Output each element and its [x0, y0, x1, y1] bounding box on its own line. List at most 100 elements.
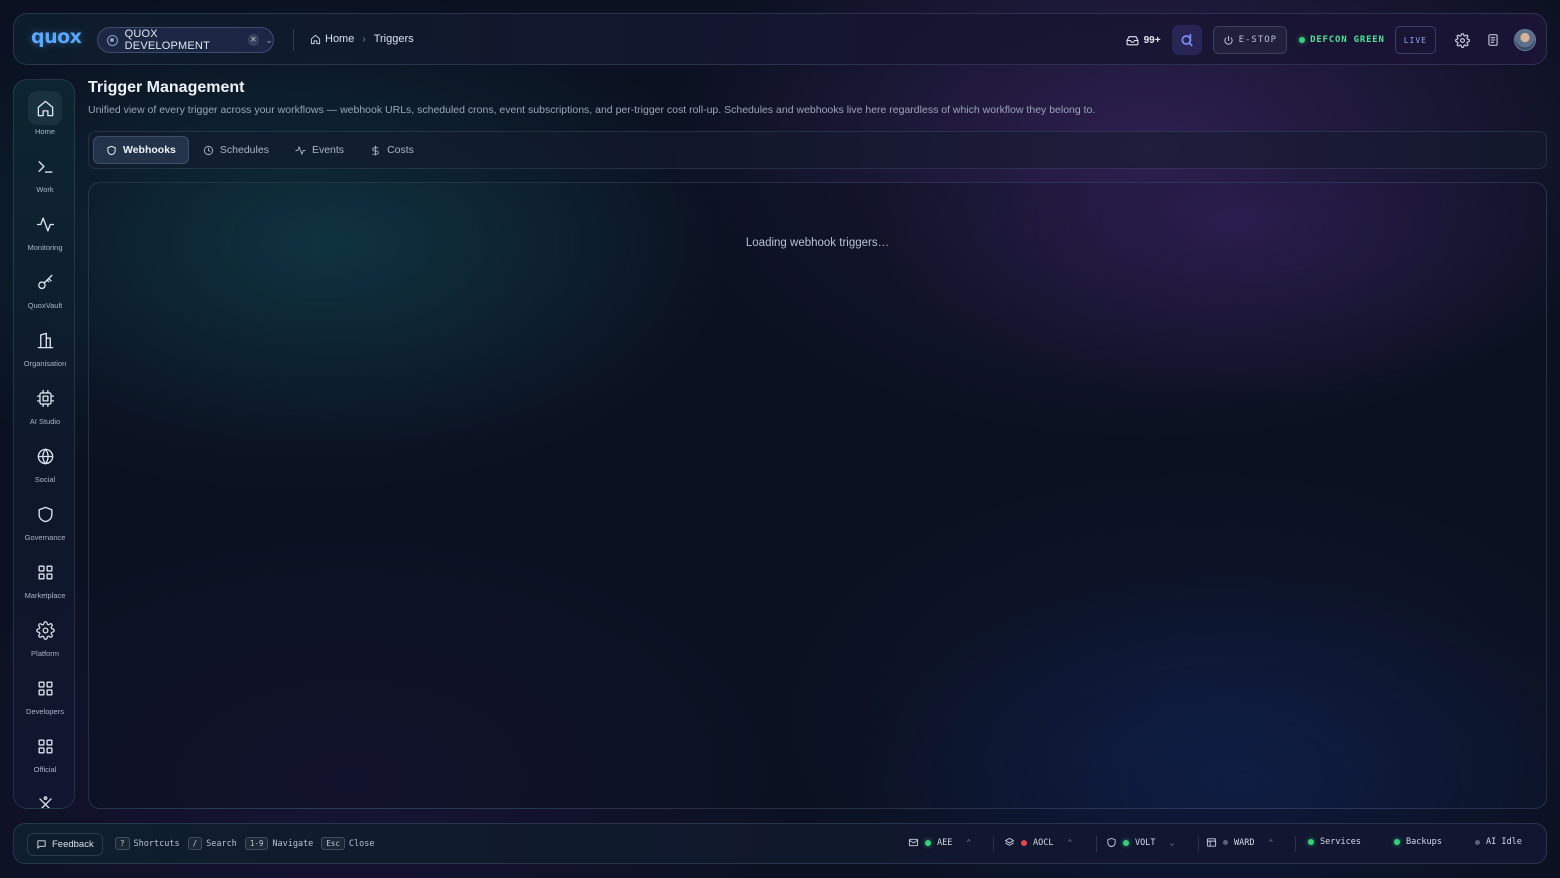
shortcut-label: Shortcuts [133, 838, 180, 849]
defcon-status-dot [1299, 37, 1306, 43]
sidebar-item-label: AI Studio [29, 417, 61, 426]
chevron-up-icon: ⌃ [1268, 838, 1274, 847]
power-icon [1223, 35, 1233, 45]
mail-icon [908, 838, 919, 847]
org-status-icon [107, 34, 118, 46]
sidebar-item-marketplace[interactable]: Marketplace [14, 550, 74, 608]
clock-icon [203, 145, 213, 155]
trigger-tabs: Webhooks Schedules Events Costs [88, 131, 1547, 169]
sidebar-item-label: Marketplace [24, 591, 66, 600]
sidebar-item-home[interactable]: Home [14, 86, 74, 144]
key-icon [28, 265, 62, 299]
keyboard-shortcuts: ? Shortcuts / Search 1-9 Navigate Esc Cl… [111, 837, 374, 850]
sidebar-item-official[interactable]: Official [14, 724, 74, 782]
inbox-icon [1126, 35, 1139, 45]
page-title: Trigger Management [88, 79, 245, 96]
status-volt[interactable]: VOLT ⌄ [1106, 837, 1174, 848]
shield-icon [107, 145, 116, 155]
document-icon [1488, 34, 1498, 46]
shield-icon [28, 497, 62, 531]
sidebar-item-label: Work [36, 185, 54, 194]
building-icon [28, 323, 62, 357]
status-backups[interactable]: Backups [1394, 837, 1442, 847]
dollar-icon [372, 144, 379, 156]
tools-icon [28, 787, 62, 808]
activity-icon [28, 207, 62, 241]
sidebar-item-label: Governance [24, 533, 66, 542]
divider [1096, 836, 1097, 852]
sidebar-item-platform[interactable]: Platform [14, 608, 74, 666]
activity-icon [295, 145, 306, 155]
status-dot [1123, 839, 1129, 846]
sidebar-item-monitoring[interactable]: Monitoring [14, 202, 74, 260]
avatar[interactable] [1514, 29, 1536, 51]
status-services[interactable]: Services [1308, 837, 1361, 847]
breadcrumb-home[interactable]: Home [310, 33, 354, 45]
clear-org-icon[interactable]: ✕ [247, 34, 260, 46]
cpu-icon [28, 381, 62, 415]
gear-icon [28, 613, 62, 647]
estop-button[interactable]: E-STOP [1212, 26, 1288, 54]
grid-icon [28, 555, 62, 589]
status-dot [1021, 839, 1027, 846]
status-aocl[interactable]: AOCL ⌃ [1004, 837, 1072, 848]
defcon-status[interactable]: DEFCON GREEN [1299, 35, 1385, 45]
message-icon [37, 840, 46, 849]
sidebar-item-label: Platform [31, 649, 59, 658]
top-bar: quox QUOX DEVELOPMENT ✕ ⌄ Home › Trigger… [13, 13, 1547, 65]
status-dot [1475, 839, 1480, 845]
layers-icon [1004, 837, 1015, 846]
tab-events[interactable]: Events [283, 136, 356, 164]
tab-webhooks[interactable]: Webhooks [93, 136, 189, 164]
shortcut-label: Close [348, 838, 375, 849]
grid-icon [28, 671, 62, 705]
inbox-button[interactable]: 99+ [1126, 34, 1161, 47]
quox-assistant-button[interactable] [1171, 25, 1202, 55]
feedback-button[interactable]: Feedback [27, 833, 103, 856]
shortcut-key: Esc [321, 837, 345, 850]
page-description: Unified view of every trigger across you… [88, 104, 1096, 116]
live-mode-badge[interactable]: LIVE [1394, 26, 1436, 54]
sidebar-item-organisation[interactable]: Organisation [14, 318, 74, 376]
status-aee[interactable]: AEE ⌃ [908, 837, 971, 848]
sidebar-item-label: Developers [26, 707, 64, 716]
sidebar-item-governance[interactable]: Governance [14, 492, 74, 550]
sidebar-item-label: Organisation [23, 359, 67, 368]
chevron-up-icon: ⌃ [1067, 838, 1073, 847]
status-bar: Feedback ? Shortcuts / Search 1-9 Naviga… [13, 823, 1547, 864]
sidebar-item-label: Monitoring [27, 243, 63, 252]
docs-button[interactable] [1483, 30, 1503, 50]
settings-button[interactable] [1452, 30, 1472, 50]
sidebar-item-label: Social [34, 475, 56, 484]
org-switcher[interactable]: QUOX DEVELOPMENT ✕ ⌄ [97, 27, 274, 53]
sidebar-item-more[interactable] [14, 782, 74, 808]
app-logo[interactable]: quox [31, 26, 82, 48]
home-icon [28, 91, 62, 125]
sidebar-item-label: Official [33, 765, 57, 774]
divider [1198, 836, 1199, 852]
status-dot [925, 839, 931, 846]
webhooks-panel: Loading webhook triggers… [88, 182, 1547, 809]
status-ward[interactable]: WARD ⌃ [1206, 837, 1273, 848]
sidebar-item-label: QuoxVault [27, 301, 63, 310]
sidebar-item-ai-studio[interactable]: AI Studio [14, 376, 74, 434]
sidebar-item-quoxvault[interactable]: QuoxVault [14, 260, 74, 318]
sidebar-item-social[interactable]: Social [14, 434, 74, 492]
sidebar-item-label: Home [34, 127, 55, 136]
chevron-down-icon[interactable]: ⌄ [265, 35, 273, 46]
shortcut-key: 1-9 [244, 837, 269, 850]
shortcut-label: Navigate [272, 838, 314, 849]
tab-schedules[interactable]: Schedules [191, 136, 281, 164]
terminal-icon [28, 149, 62, 183]
inbox-count: 99+ [1143, 34, 1161, 46]
divider [993, 836, 994, 852]
home-icon [310, 34, 321, 44]
tab-costs[interactable]: Costs [358, 136, 426, 164]
org-name: QUOX DEVELOPMENT [124, 28, 210, 52]
status-dot [1308, 839, 1314, 845]
divider [1295, 836, 1296, 852]
gear-icon [1454, 32, 1470, 48]
status-ai[interactable]: AI Idle [1475, 837, 1522, 847]
sidebar-item-developers[interactable]: Developers [14, 666, 74, 724]
sidebar-item-work[interactable]: Work [14, 144, 74, 202]
